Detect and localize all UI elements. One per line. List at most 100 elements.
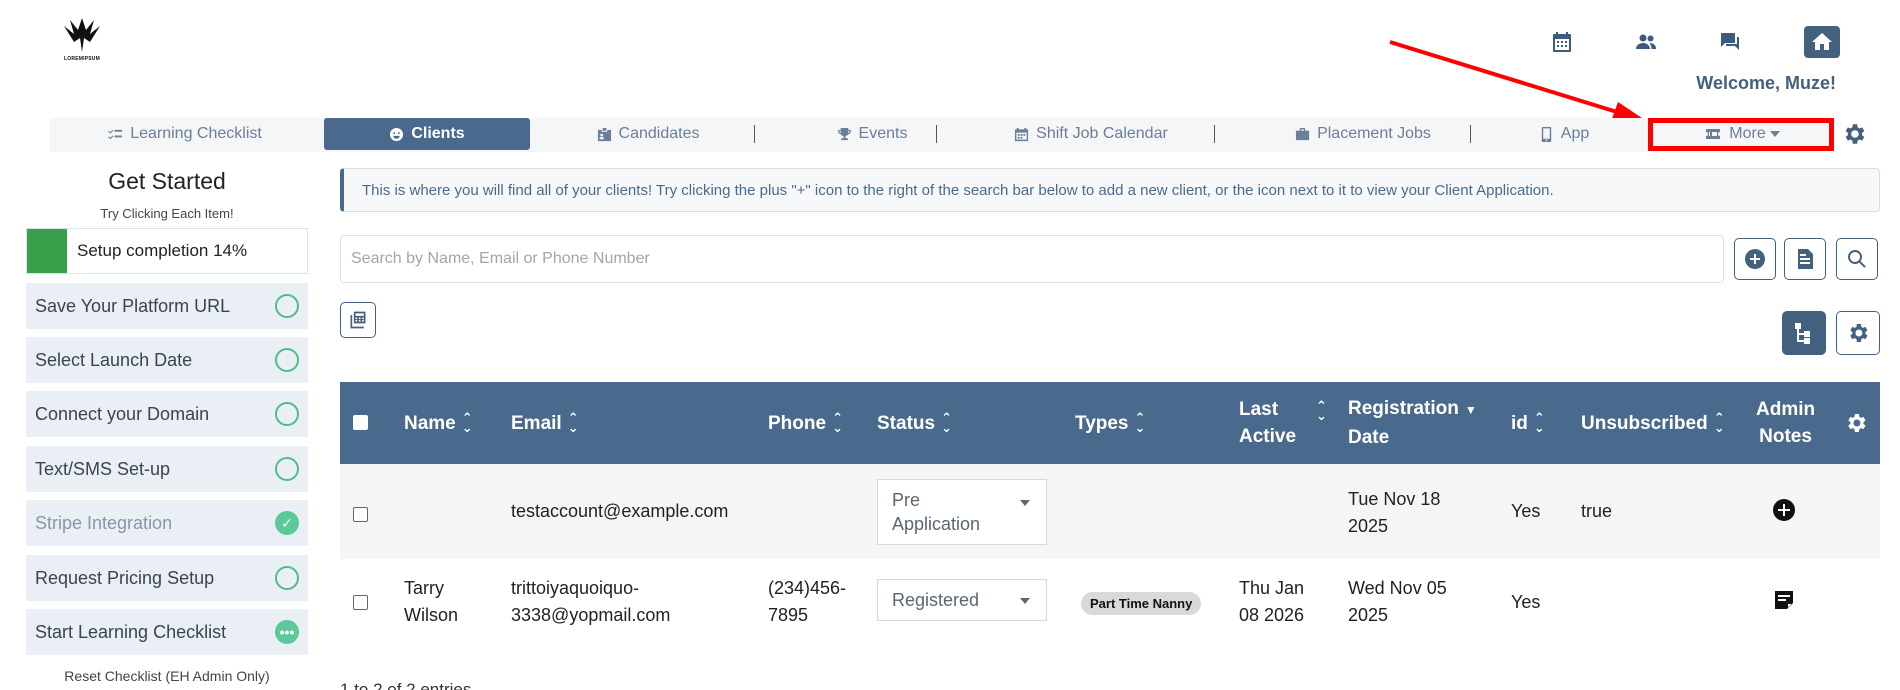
checklist-item-domain[interactable]: Connect your Domain bbox=[26, 391, 308, 437]
welcome-text: Welcome, Muze! bbox=[1696, 73, 1836, 93]
nav-app[interactable]: App bbox=[1472, 118, 1656, 150]
column-header-phone[interactable]: Phone ⌃ ⌄ bbox=[768, 382, 843, 464]
column-header-id[interactable]: id ⌃ ⌄ bbox=[1511, 382, 1545, 464]
nav-divider bbox=[936, 125, 937, 143]
add-client-button[interactable] bbox=[1734, 238, 1776, 280]
briefcase-icon bbox=[1296, 127, 1310, 140]
sort-desc-icon: ▼ bbox=[1464, 403, 1477, 417]
nav-divider bbox=[754, 125, 755, 143]
annotation-highlight-box bbox=[1648, 118, 1834, 151]
pending-circle-icon bbox=[275, 566, 299, 590]
checklist-item-pricing[interactable]: Request Pricing Setup bbox=[26, 555, 308, 601]
cell-registration-date: Tue Nov 18 2025 bbox=[1348, 486, 1440, 540]
status-value: Pre bbox=[892, 490, 921, 510]
cell-text: 2025 bbox=[1348, 605, 1389, 625]
status-value: Registered bbox=[892, 590, 980, 610]
trophy-icon bbox=[837, 127, 851, 140]
nav-clients[interactable]: Clients bbox=[324, 118, 530, 150]
mobile-icon bbox=[1541, 126, 1551, 142]
column-header-status[interactable]: Status ⌃ ⌄ bbox=[877, 382, 952, 464]
plus-circle-icon bbox=[1745, 249, 1765, 269]
chevron-down-icon bbox=[1020, 598, 1030, 604]
checklist-item-launch-date[interactable]: Select Launch Date bbox=[26, 337, 308, 383]
view-note-icon[interactable] bbox=[1772, 588, 1796, 620]
pagination-info: 1 to 2 of 2 entries bbox=[340, 680, 472, 690]
checklist-item-sms[interactable]: Text/SMS Set-up bbox=[26, 446, 308, 492]
status-select[interactable]: Registered bbox=[877, 579, 1047, 621]
sidebar-title: Get Started bbox=[108, 168, 226, 194]
column-header-types[interactable]: Types ⌃ ⌄ bbox=[1075, 382, 1145, 464]
cell-last-active: Thu Jan 08 2026 bbox=[1239, 575, 1304, 629]
column-header-email[interactable]: Email ⌃ ⌄ bbox=[511, 382, 579, 464]
sort-icon: ⌃ ⌄ bbox=[941, 410, 952, 435]
column-header-registration-date[interactable]: Registration ▼ Date bbox=[1348, 382, 1477, 464]
column-header-unsubscribed[interactable]: Unsubscribed ⌃ ⌄ bbox=[1581, 382, 1725, 464]
status-select[interactable]: Pre Application bbox=[877, 479, 1047, 545]
smile-icon bbox=[390, 127, 404, 141]
brand-logo[interactable]: LOREMIPSUM bbox=[60, 16, 104, 64]
checklist-item-label: Request Pricing Setup bbox=[35, 567, 215, 588]
chat-icon[interactable] bbox=[1712, 26, 1748, 58]
status-value: Application bbox=[892, 514, 981, 534]
cell-text: 3338@yopmail.com bbox=[511, 605, 671, 625]
checklist-item-stripe[interactable]: Stripe Integration ✓ bbox=[26, 500, 308, 546]
checklist-item-label: Text/SMS Set-up bbox=[35, 458, 171, 479]
add-note-plus-circle-icon[interactable] bbox=[1772, 498, 1796, 530]
cell-text: 08 2026 bbox=[1239, 605, 1305, 625]
checklist-item-platform-url[interactable]: Save Your Platform URL bbox=[26, 283, 308, 329]
column-label-line: Admin bbox=[1756, 399, 1816, 420]
nav-placement-jobs[interactable]: Placement Jobs bbox=[1216, 118, 1510, 150]
column-layout-button[interactable] bbox=[1782, 311, 1826, 355]
table-row[interactable]: testaccount@example.com Pre Application T… bbox=[340, 464, 1880, 559]
column-label-line: Active bbox=[1239, 426, 1297, 447]
cell-text: Tarry bbox=[404, 578, 444, 598]
search-button[interactable] bbox=[1836, 238, 1878, 280]
cell-text: 7895 bbox=[768, 605, 809, 625]
pending-circle-icon bbox=[275, 348, 299, 372]
pending-circle-icon bbox=[275, 294, 299, 318]
sidebar-subtitle: Try Clicking Each Item! bbox=[100, 206, 234, 221]
client-application-button[interactable] bbox=[1784, 238, 1826, 280]
setup-progress: Setup completion 14% bbox=[26, 228, 308, 274]
progress-fill bbox=[27, 229, 67, 273]
table-settings-button[interactable] bbox=[1836, 311, 1880, 355]
reset-checklist-link[interactable]: Reset Checklist (EH Admin Only) bbox=[26, 668, 308, 684]
nav-label: Clients bbox=[411, 125, 465, 142]
row-checkbox[interactable] bbox=[353, 595, 368, 610]
row-checkbox[interactable] bbox=[353, 507, 368, 522]
nav-label: Candidates bbox=[618, 125, 700, 142]
column-label: Status bbox=[877, 412, 936, 434]
nav-candidates[interactable]: Candidates bbox=[540, 118, 756, 150]
export-button[interactable] bbox=[340, 302, 376, 338]
nav-label: Placement Jobs bbox=[1317, 125, 1431, 142]
calendar-icon bbox=[1015, 127, 1029, 141]
cell-email: trittoiyaquoiquo- 3338@yopmail.com bbox=[511, 575, 670, 629]
nav-learning-checklist[interactable]: Learning Checklist bbox=[50, 118, 320, 150]
pending-circle-icon bbox=[275, 457, 299, 481]
sort-icon: ⌃ ⌄ bbox=[461, 410, 473, 435]
checklist-item-learning[interactable]: Start Learning Checklist ••• bbox=[26, 609, 308, 655]
table-row[interactable]: Tarry Wilson trittoiyaquoiquo- 3338@yopmai… bbox=[340, 559, 1880, 649]
column-header-admin-notes: Admin Notes bbox=[1756, 382, 1815, 464]
checklist-item-label: Stripe Integration bbox=[35, 512, 173, 533]
column-header-name[interactable]: Name ⌃ ⌄ bbox=[404, 382, 473, 464]
search-icon bbox=[1848, 250, 1866, 268]
cell-email: testaccount@example.com bbox=[511, 498, 728, 525]
nav-label: Shift Job Calendar bbox=[1036, 125, 1168, 142]
gear-icon bbox=[1850, 324, 1868, 342]
settings-gear-icon[interactable] bbox=[1841, 121, 1867, 147]
search-input[interactable] bbox=[340, 235, 1724, 283]
column-label-line: Registration bbox=[1348, 398, 1459, 419]
select-all-checkbox[interactable] bbox=[353, 415, 368, 430]
cell-text: 2025 bbox=[1348, 516, 1389, 536]
nav-shift-job-calendar[interactable]: Shift Job Calendar bbox=[938, 118, 1244, 150]
column-header-last-active[interactable]: Last Active ⌃ ⌄ bbox=[1239, 382, 1327, 464]
nav-label: App bbox=[1560, 125, 1590, 142]
home-icon[interactable] bbox=[1804, 26, 1840, 58]
info-banner: This is where you will find all of your … bbox=[340, 168, 1880, 212]
cell-unsubscribed: true bbox=[1581, 501, 1613, 521]
column-label-line: Notes bbox=[1759, 426, 1812, 447]
cell-id: Yes bbox=[1511, 501, 1541, 521]
column-settings-icon[interactable] bbox=[1844, 382, 1868, 464]
cell-text: Thu Jan bbox=[1239, 578, 1305, 598]
